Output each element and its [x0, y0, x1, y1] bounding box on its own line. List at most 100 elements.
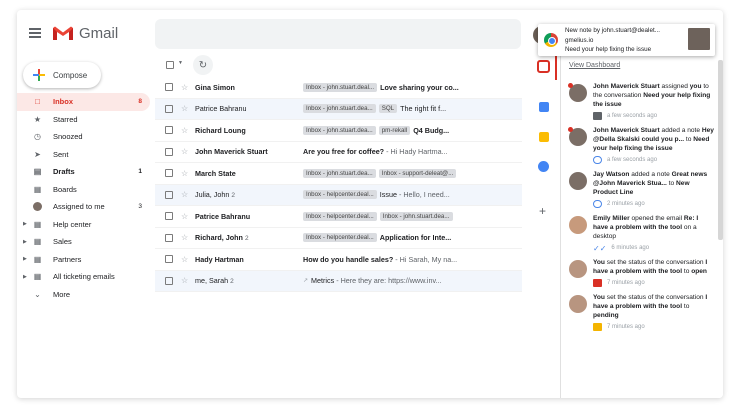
expand-caret-icon[interactable]: ▶ [23, 274, 27, 280]
sidebar-item-boards[interactable]: ▦ Boards [17, 181, 150, 199]
sidebar-item-drafts[interactable]: ▤ Drafts 1 [17, 163, 150, 181]
label-chip[interactable]: Inbox - helpcenter.deal... [303, 190, 377, 200]
email-row[interactable]: ☆ Richard Loung Inbox - john.stuart.dea..… [155, 120, 522, 142]
email-row[interactable]: ☆ Patrice Bahranu Inbox - john.stuart.dea… [155, 98, 522, 120]
activity-item[interactable]: Jay Watson added a note Great news @John… [569, 170, 714, 208]
email-row[interactable]: ☆ Julia, John 2 Inbox - helpcenter.deal...… [155, 184, 522, 206]
email-row[interactable]: ☆ March State Inbox - john.stuart.dea... I… [155, 163, 522, 185]
desktop-notification[interactable]: New note by john.stuart@dealet... gmeliu… [538, 24, 715, 56]
row-checkbox[interactable] [165, 233, 173, 242]
email-subject: Metrics [311, 276, 335, 286]
label-chip[interactable]: Inbox - helpcenter.deal... [303, 211, 377, 221]
star-icon[interactable]: ☆ [181, 276, 191, 285]
avatar [569, 260, 587, 278]
gmelius-icon[interactable] [537, 60, 550, 73]
calendar-icon[interactable] [539, 102, 549, 112]
label-chip[interactable]: pm-rekall [378, 125, 411, 135]
row-checkbox[interactable] [165, 255, 173, 264]
label-chip[interactable]: Inbox - john.stuart.deal... [303, 82, 378, 92]
email-snippet: - Hello, I need... [398, 190, 450, 200]
sidebar-item-inbox[interactable]: □ Inbox 8 [17, 93, 150, 111]
select-dropdown-icon[interactable]: ▼ [178, 60, 183, 66]
label-chip[interactable]: Inbox - john.stuart.dea... [303, 168, 376, 178]
star-icon[interactable]: ☆ [181, 104, 191, 113]
row-checkbox[interactable] [165, 126, 173, 135]
star-icon[interactable]: ☆ [181, 147, 191, 156]
send-icon: ➤ [34, 149, 41, 159]
red-status-icon [593, 279, 602, 287]
row-checkbox[interactable] [165, 212, 173, 221]
sidebar-item-starred[interactable]: ★ Starred [17, 111, 150, 129]
tasks-icon[interactable] [538, 161, 549, 172]
label-chip[interactable]: SQL [378, 104, 398, 114]
row-checkbox[interactable] [165, 276, 173, 285]
activity-time: 7 minutes ago [607, 324, 645, 330]
keep-icon[interactable] [539, 132, 549, 142]
email-row[interactable]: ☆ Patrice Bahranu Inbox - helpcenter.deal… [155, 206, 522, 228]
notification-title: New note by john.stuart@dealet... [565, 27, 660, 34]
row-checkbox[interactable] [165, 83, 173, 92]
sidebar-item-label: Assigned to me [53, 202, 105, 212]
activity-text: You set the status of the conversation I… [593, 294, 708, 319]
view-dashboard-link[interactable]: View Dashboard [569, 62, 620, 69]
sidebar-item-help-center[interactable]: ▶ ▦ Help center [17, 216, 150, 234]
star-icon[interactable]: ☆ [181, 255, 191, 264]
star-icon[interactable]: ☆ [181, 83, 191, 92]
sidebar-item-all-ticketing[interactable]: ▶ ▦ All ticketing emails [17, 268, 150, 286]
compose-button[interactable]: Compose [23, 62, 101, 88]
row-checkbox[interactable] [165, 190, 173, 199]
app-name: Gmail [79, 25, 119, 42]
expand-caret-icon[interactable]: ▶ [23, 221, 27, 227]
star-icon[interactable]: ☆ [181, 190, 191, 199]
activity-time: 6 minutes ago [611, 245, 650, 251]
select-all-checkbox[interactable] [166, 61, 174, 69]
activity-item[interactable]: John Maverick Stuart added a note Hey @D… [568, 126, 714, 164]
sidebar-item-label: Help center [53, 219, 92, 229]
activity-meta: a few seconds ago [593, 156, 714, 164]
star-icon[interactable]: ☆ [181, 212, 191, 221]
expand-caret-icon[interactable]: ▶ [23, 256, 27, 262]
activity-panel: View Dashboard John Maverick Stuart assi… [560, 56, 723, 398]
avatar [569, 216, 587, 234]
unread-count: 8 [138, 98, 142, 106]
activity-text: Jay Watson added a note Great news @John… [593, 171, 708, 196]
expand-caret-icon[interactable]: ▶ [23, 239, 27, 245]
email-row[interactable]: ☆ Gina Simon Inbox - john.stuart.deal... L… [155, 77, 522, 99]
row-checkbox[interactable] [165, 104, 173, 113]
sidebar-item-sales[interactable]: ▶ ▦ Sales [17, 233, 150, 251]
row-checkbox[interactable] [165, 147, 173, 156]
email-row[interactable]: ☆ John Maverick Stuart Are you free for c… [155, 141, 522, 163]
activity-meta: 7 minutes ago [593, 323, 714, 331]
activity-item[interactable]: John Maverick Stuart assigned you to the… [568, 82, 714, 120]
activity-item[interactable]: Emily Miller opened the email Re: I have… [569, 214, 714, 253]
star-icon[interactable]: ☆ [181, 126, 191, 135]
panel-scrollbar[interactable] [718, 60, 723, 240]
email-row[interactable]: ☆ Richard, John 2 Inbox - helpcenter.deal.… [155, 227, 522, 249]
sidebar-item-snoozed[interactable]: ◷ Snoozed [17, 128, 150, 146]
star-icon[interactable]: ☆ [181, 233, 191, 242]
label-chip[interactable]: Inbox - john.stuart.dea... [379, 211, 453, 221]
search-input[interactable] [155, 19, 521, 49]
sidebar-item-sent[interactable]: ➤ Sent [17, 146, 150, 164]
sidebar-item-partners[interactable]: ▶ ▦ Partners [17, 251, 150, 269]
star-icon[interactable]: ☆ [181, 169, 191, 178]
label-chip[interactable]: Inbox - support-deleat@... [378, 168, 457, 178]
email-row[interactable]: ☆ Hady Hartman How do you handle sales? -… [155, 249, 522, 271]
activity-text: John Maverick Stuart assigned you to the… [593, 83, 711, 108]
email-row[interactable]: ☆ me, Sarah 2 ↗ Metrics - Here they are: ht… [155, 270, 522, 292]
sidebar-item-more[interactable]: ⌄ More [17, 286, 150, 304]
label-chip[interactable]: Inbox - helpcenter.deal... [303, 233, 377, 243]
main-menu-icon[interactable] [29, 28, 41, 38]
sidebar-item-label: Partners [53, 254, 82, 264]
refresh-button[interactable]: ↻ [193, 55, 213, 75]
email-sender: me, Sarah 2 [195, 276, 234, 286]
row-checkbox[interactable] [165, 169, 173, 178]
sidebar-item-assigned[interactable]: Assigned to me 3 [17, 198, 150, 216]
label-chip[interactable]: Inbox - john.stuart.dea... [303, 104, 376, 114]
star-icon: ★ [33, 114, 42, 124]
add-addon-icon[interactable]: + [539, 204, 546, 218]
activity-item[interactable]: You set the status of the conversation I… [569, 293, 714, 331]
activity-item[interactable]: You set the status of the conversation I… [569, 258, 714, 287]
label-chip[interactable]: Inbox - john.stuart.dea... [303, 125, 376, 135]
email-sender: Patrice Bahranu [195, 211, 251, 221]
